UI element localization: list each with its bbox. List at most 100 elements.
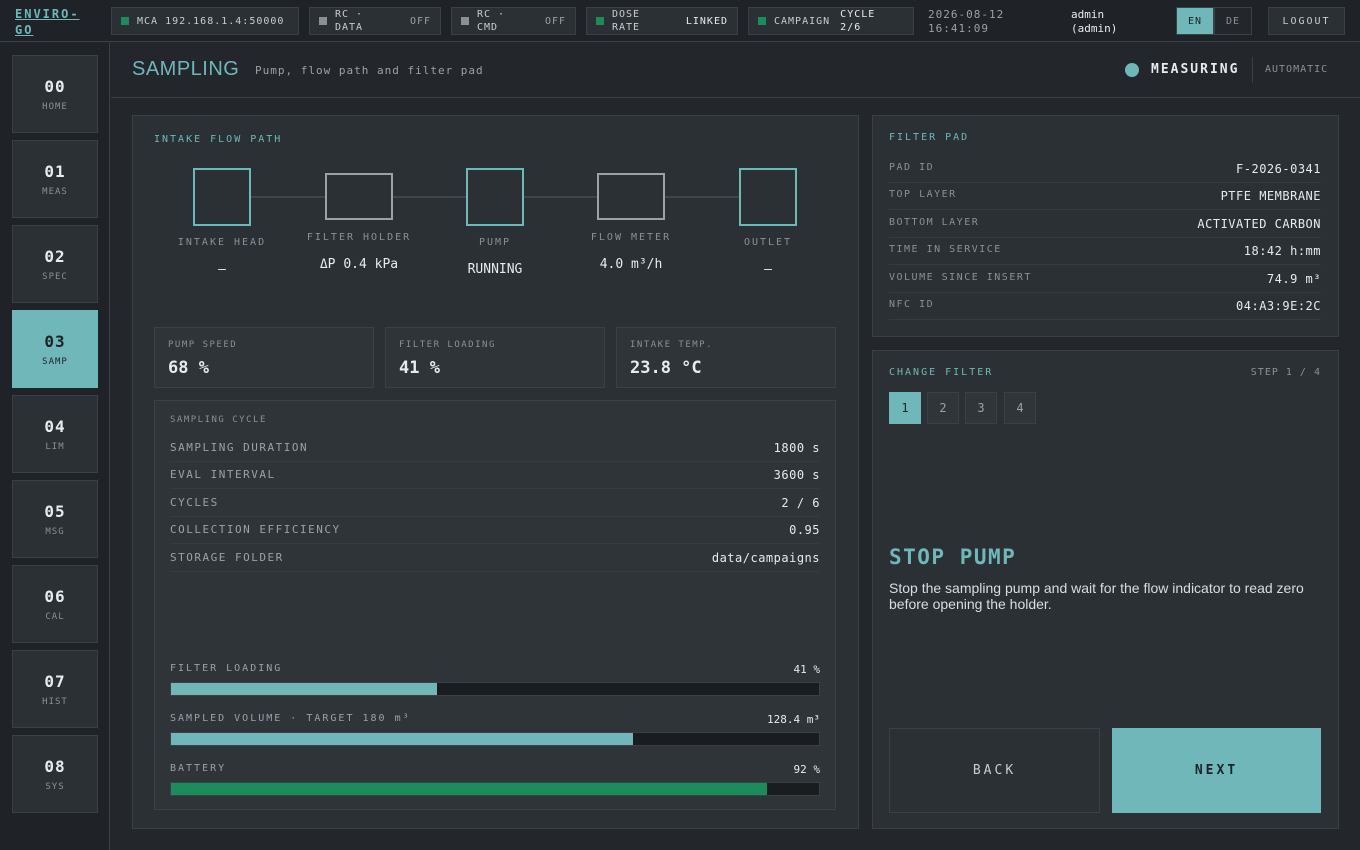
row-value: ACTIVATED CARBON bbox=[1197, 217, 1321, 231]
stat-filter-loading: FILTER LOADING 41 % bbox=[385, 327, 605, 388]
node-value: — bbox=[218, 262, 226, 277]
sidebar-item-meas[interactable]: 01 MEAS bbox=[12, 140, 98, 218]
filter-loading-bar bbox=[170, 682, 820, 696]
next-button[interactable]: NEXT bbox=[1112, 728, 1321, 813]
bar-fill bbox=[171, 683, 437, 695]
sidebar: 00 HOME 01 MEAS 02 SPEC 03 SAMP 04 LIM 0… bbox=[0, 43, 110, 850]
status-chip-dose-rate[interactable]: DOSE RATE LINKED bbox=[586, 7, 738, 35]
chip-label: RC · DATA bbox=[335, 9, 364, 33]
app-logo[interactable]: ENVIRO-GO bbox=[15, 6, 95, 38]
bar-fill bbox=[171, 733, 634, 745]
sidebar-item-lim[interactable]: 04 LIM bbox=[12, 395, 98, 473]
sidebar-item-hist[interactable]: 07 HIST bbox=[12, 650, 98, 728]
row-key: CYCLES bbox=[170, 496, 219, 509]
nav-number: 06 bbox=[44, 586, 66, 606]
mode-text: AUTOMATIC bbox=[1265, 64, 1329, 75]
nav-label: CAL bbox=[45, 611, 65, 622]
nav-label: SAMP bbox=[42, 356, 68, 367]
row-key: STORAGE FOLDER bbox=[170, 551, 284, 564]
node-label: PUMP bbox=[478, 237, 512, 248]
stat-value: 41 % bbox=[399, 358, 440, 378]
row-key: COLLECTION EFFICIENCY bbox=[170, 523, 341, 536]
user-name: admin bbox=[1071, 8, 1105, 21]
filter-pad-row: TIME IN SERVICE 18:42 h:mm bbox=[889, 238, 1321, 265]
user-role: (admin) bbox=[1071, 22, 1118, 35]
status-indicator-dot bbox=[1125, 63, 1139, 77]
status-chip-mca[interactable]: MCA 192.168.1.4:50000 bbox=[111, 7, 299, 35]
change-filter-title: CHANGE FILTER bbox=[889, 367, 994, 378]
bar-value: 41 % bbox=[793, 663, 821, 676]
row-value: F-2026-0341 bbox=[1236, 162, 1321, 176]
row-value: 74.9 m³ bbox=[1266, 272, 1321, 286]
stat-label: INTAKE TEMP. bbox=[630, 340, 714, 350]
nav-label: SYS bbox=[45, 781, 65, 792]
node-label: OUTLET bbox=[743, 237, 793, 248]
filter-holder-node[interactable] bbox=[325, 173, 393, 220]
step-1-button[interactable]: 1 bbox=[889, 392, 921, 424]
chip-value: LINKED bbox=[685, 15, 728, 27]
flow-meter-node[interactable] bbox=[597, 173, 665, 220]
status-led bbox=[596, 17, 604, 25]
cycle-row: CYCLES 2 / 6 bbox=[170, 490, 820, 517]
node-label: FILTER HOLDER bbox=[306, 232, 412, 243]
intake-head-node[interactable] bbox=[193, 168, 251, 226]
row-key: NFC ID bbox=[889, 299, 935, 310]
row-value: 3600 s bbox=[773, 468, 820, 482]
step-description: Stop the sampling pump and wait for the … bbox=[889, 580, 1304, 612]
stat-label: FILTER LOADING bbox=[399, 340, 496, 350]
nav-number: 03 bbox=[44, 331, 66, 351]
node-label: FLOW METER bbox=[590, 232, 672, 243]
cycle-row: EVAL INTERVAL 3600 s bbox=[170, 462, 820, 489]
status-chip-rc-data[interactable]: RC · DATA OFF bbox=[309, 7, 441, 35]
stat-intake-temp: INTAKE TEMP. 23.8 °C bbox=[616, 327, 836, 388]
filter-pad-row: TOP LAYER PTFE MEMBRANE bbox=[889, 183, 1321, 210]
date-time: 2026-08-12 16:41:09 bbox=[928, 8, 1004, 36]
row-key: VOLUME SINCE INSERT bbox=[889, 272, 1032, 283]
lang-de-button[interactable]: DE bbox=[1214, 7, 1252, 35]
stat-value: 68 % bbox=[168, 358, 209, 378]
sidebar-item-msg[interactable]: 05 MSG bbox=[12, 480, 98, 558]
sidebar-item-cal[interactable]: 06 CAL bbox=[12, 565, 98, 643]
node-value: RUNNING bbox=[467, 262, 523, 277]
nav-number: 08 bbox=[44, 756, 66, 776]
node-label: INTAKE HEAD bbox=[177, 237, 267, 248]
page-subtitle: Pump, flow path and filter pad bbox=[255, 64, 484, 77]
nav-number: 07 bbox=[44, 671, 66, 691]
step-4-button[interactable]: 4 bbox=[1004, 392, 1036, 424]
row-key: EVAL INTERVAL bbox=[170, 468, 276, 481]
node-value: 4.0 m³/h bbox=[599, 257, 663, 272]
nav-label: HOME bbox=[42, 101, 68, 112]
bar-value: 128.4 m³ bbox=[767, 713, 820, 726]
status-chip-campaign[interactable]: CAMPAIGN CYCLE 2/6 bbox=[748, 7, 914, 35]
sidebar-item-home[interactable]: 00 HOME bbox=[12, 55, 98, 133]
sidebar-item-samp[interactable]: 03 SAMP bbox=[12, 310, 98, 388]
filter-pad-row: VOLUME SINCE INSERT 74.9 m³ bbox=[889, 266, 1321, 293]
stat-label: PUMP SPEED bbox=[168, 340, 238, 350]
status-chip-rc-cmd[interactable]: RC · CMD OFF bbox=[451, 7, 576, 35]
stat-value: 23.8 °C bbox=[630, 358, 702, 378]
nav-label: MEAS bbox=[42, 186, 68, 197]
sidebar-item-spec[interactable]: 02 SPEC bbox=[12, 225, 98, 303]
logout-button[interactable]: LOGOUT bbox=[1268, 7, 1345, 35]
step-counter: STEP 1 / 4 bbox=[1250, 367, 1321, 378]
time: 16:41:09 bbox=[928, 22, 989, 35]
top-bar: ENVIRO-GO MCA 192.168.1.4:50000 RC · DAT… bbox=[0, 0, 1360, 42]
node-value: ΔP 0.4 kPa bbox=[319, 257, 399, 272]
step-2-button[interactable]: 2 bbox=[927, 392, 959, 424]
lang-en-button[interactable]: EN bbox=[1176, 7, 1214, 35]
bar-label: BATTERY bbox=[170, 763, 227, 774]
back-button[interactable]: BACK bbox=[889, 728, 1100, 813]
sampling-cycle-title: SAMPLING CYCLE bbox=[170, 415, 267, 425]
sidebar-item-sys[interactable]: 08 SYS bbox=[12, 735, 98, 813]
step-3-button[interactable]: 3 bbox=[965, 392, 997, 424]
nav-label: LIM bbox=[45, 441, 65, 452]
nav-label: MSG bbox=[45, 526, 65, 537]
row-value: 0.95 bbox=[789, 523, 820, 537]
outlet-node[interactable] bbox=[739, 168, 797, 226]
row-value: PTFE MEMBRANE bbox=[1220, 189, 1321, 203]
cycle-row: COLLECTION EFFICIENCY 0.95 bbox=[170, 517, 820, 544]
filter-pad-row: NFC ID 04:A3:9E:2C bbox=[889, 293, 1321, 320]
chip-label: MCA 192.168.1.4:50000 bbox=[137, 15, 285, 27]
row-key: SAMPLING DURATION bbox=[170, 441, 309, 454]
pump-node[interactable] bbox=[466, 168, 524, 226]
